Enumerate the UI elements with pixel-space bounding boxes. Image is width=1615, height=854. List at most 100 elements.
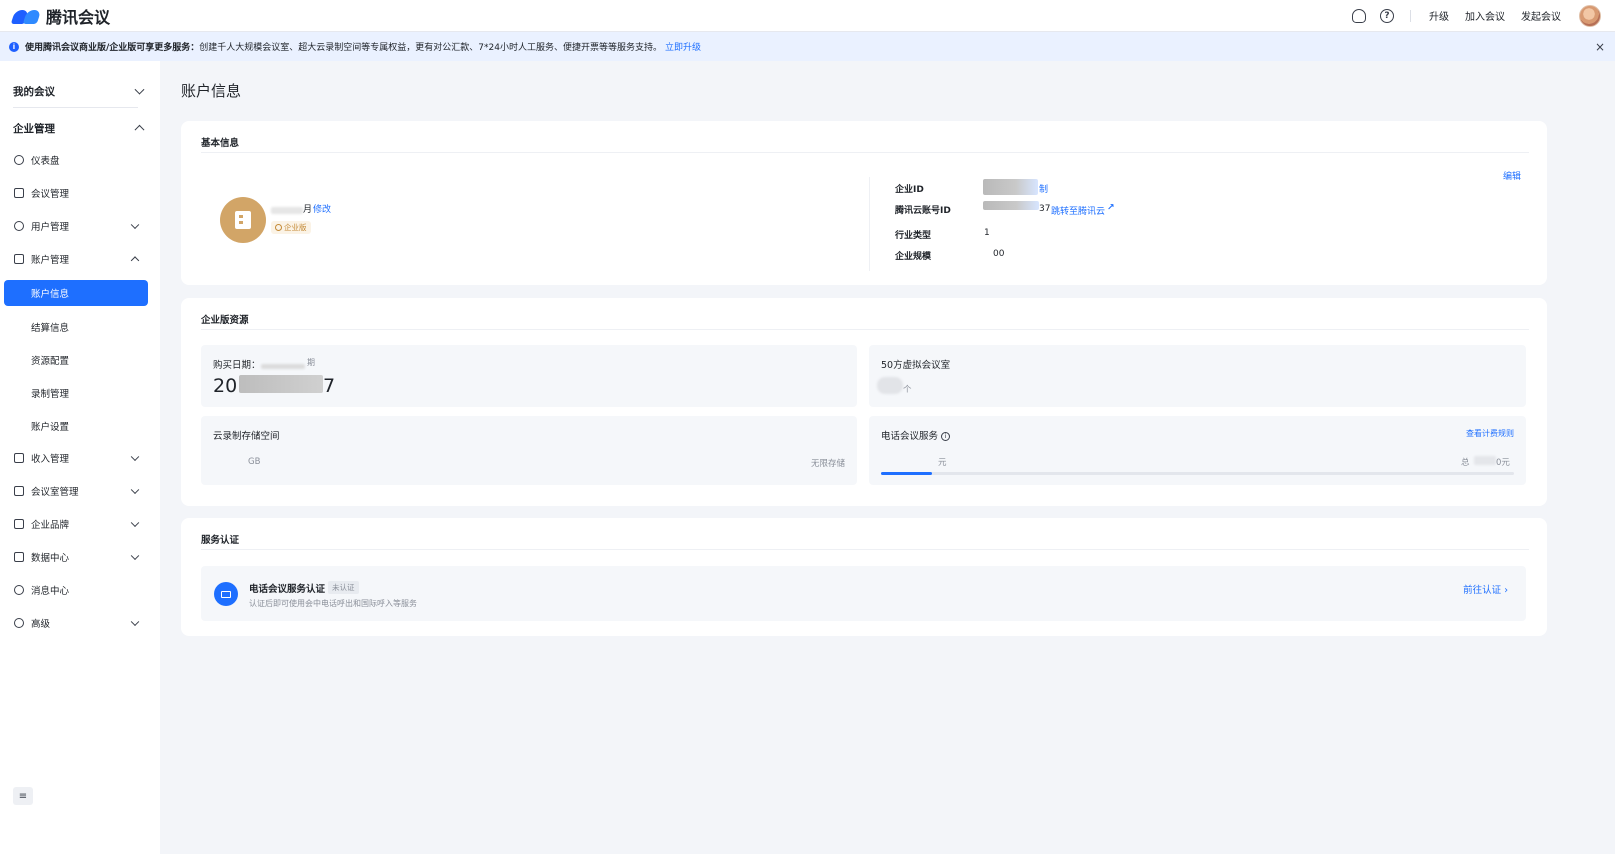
phone-total-suffix: 0元 [1496,458,1510,468]
upgrade-notice-bar: i 使用腾讯会议商业版/企业版可享更多服务： 创建千人大规模会议室、超大云录制空… [0,32,1615,61]
collapse-sidebar-icon[interactable]: ≡ [13,787,33,805]
chevron-right-icon: › [1504,585,1508,596]
header-actions: ? 升级 加入会议 发起会议 [1338,4,1601,27]
chevron-down-icon [130,452,140,462]
jump-to-tencent-cloud-link[interactable]: 跳转至腾讯云 [1051,204,1105,217]
card-title: 企业版资源 [201,315,249,326]
sidebar-group-my-meetings[interactable]: 我的会议 [13,83,145,99]
enterprise-id-label: 企业ID [895,185,924,195]
purchase-date-value-prefix: 20 [213,375,238,397]
resources-card: 企业版资源 购买日期： 期 20 7 50方虚拟会议室 个 云录制存储空间 GB… [181,298,1547,506]
user-avatar[interactable] [1579,4,1601,27]
virtual-rooms-label: 50方虚拟会议室 [881,360,951,371]
sidebar: 我的会议 企业管理 仪表盘 会议管理 用户管理 账户管理 账户信息 结算信息 资… [0,61,160,854]
sidebar-item-label: 会议室管理 [31,487,79,498]
header-divider [1410,9,1411,22]
wallet-icon [14,453,24,463]
account-card-icon [14,254,24,264]
sidebar-item-label: 数据中心 [31,553,70,564]
redacted-phone-total [1474,456,1496,465]
sidebar-item-label: 消息中心 [31,586,70,597]
sidebar-item-label: 收入管理 [31,454,70,465]
sidebar-divider [13,107,138,108]
phone-certification-icon [214,582,238,606]
purchase-date-label: 购买日期： [213,360,261,371]
certification-description: 认证后即可使用会中电话呼出和国际呼入等服务 [249,599,417,608]
org-avatar [220,197,266,243]
meeting-list-icon [14,188,24,198]
card-divider [201,152,1529,153]
external-link-icon[interactable]: ↗ [1107,203,1115,213]
sidebar-item-dashboard[interactable]: 仪表盘 [14,152,138,168]
sidebar-item-label: 用户管理 [31,222,70,233]
phone-service-label: 电话会议服务 i [881,428,951,442]
basic-info-card: 基本信息 月 修改 企业版 编辑 企业ID 制 腾讯云账号ID 37 跳转至腾讯… [181,121,1547,285]
phone-certification-item: 电话会议服务认证 未认证 认证后即可使用会中电话呼出和国际呼入等服务 前往认证 … [201,566,1526,621]
info-icon: i [9,41,19,52]
sidebar-item-label: 高级 [31,619,51,630]
virtual-rooms-box: 50方虚拟会议室 个 [869,345,1526,407]
cloud-storage-unit: GB [248,457,261,467]
purchase-date-value-end: 7 [323,375,336,397]
sidebar-subitem-resources[interactable]: 资源配置 [31,353,69,367]
go-certify-link[interactable]: 前往认证 › [1463,582,1508,596]
notice-prefix: 使用腾讯会议商业版/企业版可享更多服务： [25,43,200,53]
copy-enterprise-id-link[interactable]: 制 [1039,182,1048,195]
sidebar-item-message-center[interactable]: 消息中心 [14,582,138,598]
close-icon[interactable]: × [1595,40,1605,54]
redacted-cloud-account-id [983,201,1039,210]
org-name-suffix: 月 [303,205,313,215]
chevron-down-icon [130,518,140,528]
sidebar-group-enterprise[interactable]: 企业管理 [13,120,145,136]
app-logo[interactable]: 腾讯会议 [10,4,110,28]
edit-basic-info-link[interactable]: 编辑 [1503,169,1521,182]
redacted-room-count [877,377,903,394]
sidebar-subitem-billing[interactable]: 结算信息 [31,320,69,334]
edition-icon [275,224,282,231]
phone-service-label-text: 电话会议服务 [881,431,939,442]
chevron-down-icon [130,551,140,561]
info-icon[interactable]: i [941,432,951,441]
join-meeting-link[interactable]: 加入会议 [1465,8,1505,23]
sidebar-subitem-account-info[interactable]: 账户信息 [4,280,148,306]
card-divider [201,549,1529,550]
sidebar-item-room-management[interactable]: 会议室管理 [14,483,140,499]
card-divider [201,329,1529,330]
tencent-meeting-logo-icon [10,8,42,24]
service-certification-card: 服务认证 电话会议服务认证 未认证 认证后即可使用会中电话呼出和国际呼入等服务 … [181,518,1547,636]
start-meeting-link[interactable]: 发起会议 [1521,8,1561,23]
purchase-date-box: 购买日期： 期 20 7 [201,345,857,407]
sidebar-item-advanced[interactable]: 高级 [14,615,140,631]
notice-upgrade-link[interactable]: 立即升级 [665,40,701,53]
dashboard-icon [14,155,24,165]
sidebar-group-label: 企业管理 [13,122,55,135]
chevron-down-icon [130,485,140,495]
edit-org-name-link[interactable]: 修改 [313,202,331,215]
help-icon[interactable]: ? [1380,8,1394,23]
redacted-purchase-date [261,364,305,369]
chevron-down-icon [134,84,145,95]
headset-icon[interactable] [1352,8,1366,23]
sidebar-subitem-recording[interactable]: 录制管理 [31,386,69,400]
sidebar-item-income-management[interactable]: 收入管理 [14,450,140,466]
go-certify-label: 前往认证 [1463,585,1502,596]
building-icon [235,211,251,229]
sidebar-subitem-account-settings[interactable]: 账户设置 [31,419,69,433]
cloud-account-id-label: 腾讯云账号ID [895,206,951,216]
cloud-storage-box: 云录制存储空间 GB 无限存储 [201,416,857,485]
sidebar-item-data-center[interactable]: 数据中心 [14,549,140,565]
sidebar-item-account-management[interactable]: 账户管理 [14,251,140,267]
view-billing-rules-link[interactable]: 查看计费规则 [1466,428,1514,439]
sidebar-item-meeting-management[interactable]: 会议管理 [14,185,138,201]
sidebar-item-label: 企业品牌 [31,520,70,531]
redacted-purchase-date-value [239,375,323,393]
sidebar-item-user-management[interactable]: 用户管理 [14,218,140,234]
purchase-date-suffix: 期 [307,358,315,367]
upgrade-link[interactable]: 升级 [1429,8,1449,23]
cloud-storage-label: 云录制存储空间 [213,431,280,442]
card-title: 服务认证 [201,535,240,546]
advanced-settings-icon [14,618,24,628]
chart-icon [14,552,24,562]
sidebar-item-brand[interactable]: 企业品牌 [14,516,140,532]
chevron-down-icon [130,617,140,627]
